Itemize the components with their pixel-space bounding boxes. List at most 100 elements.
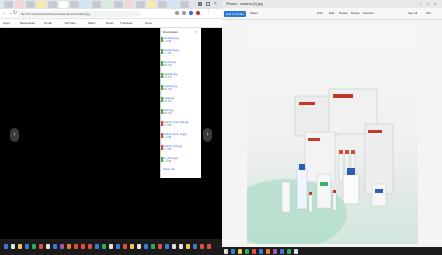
toolbar-item[interactable]: Share (250, 11, 258, 15)
taskbar-app-icon[interactable] (238, 249, 242, 254)
taskbar-app-icon[interactable] (116, 244, 120, 249)
taskbar-app-icon[interactable] (123, 244, 127, 249)
back-icon[interactable]: ← (2, 10, 7, 16)
menu-icon[interactable]: ⋮ (206, 9, 211, 15)
taskbar-app-icon[interactable] (137, 244, 141, 249)
taskbar-app-icon[interactable] (151, 244, 155, 249)
taskbar-app-icon[interactable] (88, 244, 92, 249)
bookmark-item[interactable]: News (106, 21, 114, 25)
taskbar-app-icon[interactable] (245, 249, 249, 254)
tab-item[interactable] (15, 1, 24, 8)
taskbar-app-icon[interactable] (280, 249, 284, 254)
taskbar-app-icon[interactable] (252, 249, 256, 254)
tab-item[interactable] (70, 1, 79, 8)
toolbar-item[interactable]: Edit (329, 11, 334, 15)
toolbar-item[interactable]: Delete (351, 11, 360, 15)
taskbar-app-icon[interactable] (60, 244, 64, 249)
taskbar-app-icon[interactable] (259, 249, 263, 254)
tab-item[interactable] (169, 1, 178, 8)
bookmark-item[interactable]: Maps (88, 21, 95, 25)
close-icon[interactable]: × (195, 29, 197, 34)
edit-create-button[interactable]: Edit & Create (224, 11, 246, 17)
taskbar-app-icon[interactable] (186, 244, 190, 249)
taskbar-app-icon[interactable] (165, 244, 169, 249)
maximize-icon[interactable]: □ (427, 0, 429, 8)
close-icon[interactable]: × (214, 1, 217, 7)
bookmark-item[interactable]: Apps (3, 21, 10, 25)
taskbar-app-icon[interactable] (46, 244, 50, 249)
taskbar-app-icon[interactable] (273, 249, 277, 254)
download-icon[interactable] (189, 11, 193, 15)
taskbar-app-icon[interactable] (18, 244, 22, 249)
reload-icon[interactable]: ↻ (13, 10, 17, 16)
tab-item[interactable] (81, 1, 90, 8)
taskbar-app-icon[interactable] (200, 244, 204, 249)
download-item[interactable]: product_shot.jpg 2.2 MB (163, 145, 197, 151)
bookmark-item[interactable]: Translate (120, 21, 132, 25)
bookmark-item[interactable]: Drive (145, 21, 152, 25)
taskbar-app-icon[interactable] (224, 249, 228, 254)
download-item[interactable]: camera(1).jpg 1.1 MB (163, 49, 197, 55)
tab-item[interactable] (147, 1, 156, 8)
taskbar-app-icon[interactable] (266, 249, 270, 254)
taskbar-app-icon[interactable] (130, 244, 134, 249)
taskbar-app-icon[interactable] (172, 244, 176, 249)
taskbar-app-icon[interactable] (53, 244, 57, 249)
tab-item[interactable] (180, 1, 189, 8)
download-item[interactable]: camera(2).jpg 1.2 MB (163, 37, 197, 43)
tab-item[interactable] (158, 1, 167, 8)
extension-icon[interactable] (175, 11, 179, 15)
bookmark-item[interactable]: Gmail (44, 21, 52, 25)
download-item[interactable]: image(3).jpg 870 KB (163, 73, 197, 79)
toolbar-item[interactable]: Favorite (363, 11, 374, 15)
tab-item[interactable] (136, 1, 145, 8)
taskbar-app-icon[interactable] (144, 244, 148, 249)
active-tab[interactable] (59, 1, 68, 8)
previous-button[interactable]: ‹ (10, 128, 19, 142)
taskbar-app-icon[interactable] (287, 249, 291, 254)
toolbar-item[interactable]: Print (317, 11, 323, 15)
minimize-icon[interactable]: – (420, 0, 422, 8)
tab-item[interactable] (26, 1, 35, 8)
bookmark-item[interactable]: YouTube (64, 21, 76, 25)
taskbar-app-icon[interactable] (32, 244, 36, 249)
download-item[interactable]: camera.jpg 980 KB (163, 61, 197, 67)
taskbar-app-icon[interactable] (74, 244, 78, 249)
tab-item[interactable] (92, 1, 101, 8)
url-bar[interactable]: file:///C:/Users/admin/Downloads/camera%… (18, 11, 141, 17)
taskbar-app-icon[interactable] (231, 249, 235, 254)
star-icon[interactable] (182, 11, 186, 15)
show-all-link[interactable]: Show all (163, 167, 174, 171)
tab-item[interactable] (125, 1, 134, 8)
profile-avatar[interactable] (196, 11, 200, 15)
taskbar-app-icon[interactable] (4, 244, 8, 249)
taskbar-app-icon[interactable] (95, 244, 99, 249)
download-item[interactable]: image(2).jpg 864 KB (163, 85, 197, 91)
taskbar-app-icon[interactable] (67, 244, 71, 249)
maximize-icon[interactable] (206, 2, 210, 6)
tab-strip[interactable]: × (0, 0, 222, 9)
download-item[interactable]: image.jpg 702 KB (163, 97, 197, 103)
download-item[interactable]: product_shot_final.jpg 2.4 MB (163, 121, 197, 127)
tab-item[interactable] (48, 1, 57, 8)
taskbar-app-icon[interactable] (294, 249, 298, 254)
see-all-button[interactable]: See all (408, 11, 417, 15)
toolbar-item[interactable]: Rotate (339, 11, 348, 15)
close-icon[interactable]: × (434, 0, 436, 8)
taskbar-app-icon[interactable] (39, 244, 43, 249)
taskbar-app-icon[interactable] (102, 244, 106, 249)
minimize-icon[interactable] (198, 2, 202, 6)
taskbar-app-icon[interactable] (109, 244, 113, 249)
tab-item[interactable] (37, 1, 46, 8)
tab-item[interactable] (4, 1, 13, 8)
tab-item[interactable] (114, 1, 123, 8)
taskbar-app-icon[interactable] (207, 244, 211, 249)
taskbar-app-icon[interactable] (193, 244, 197, 249)
download-item[interactable]: photo.jpg 655 KB (163, 109, 197, 115)
taskbar-app-icon[interactable] (81, 244, 85, 249)
taskbar-app-icon[interactable] (158, 244, 162, 249)
taskbar-app-icon[interactable] (11, 244, 15, 249)
next-button[interactable]: › (203, 128, 212, 142)
download-item[interactable]: kit_photo.jpg 1.9 MB (163, 157, 197, 163)
tab-item[interactable] (103, 1, 112, 8)
